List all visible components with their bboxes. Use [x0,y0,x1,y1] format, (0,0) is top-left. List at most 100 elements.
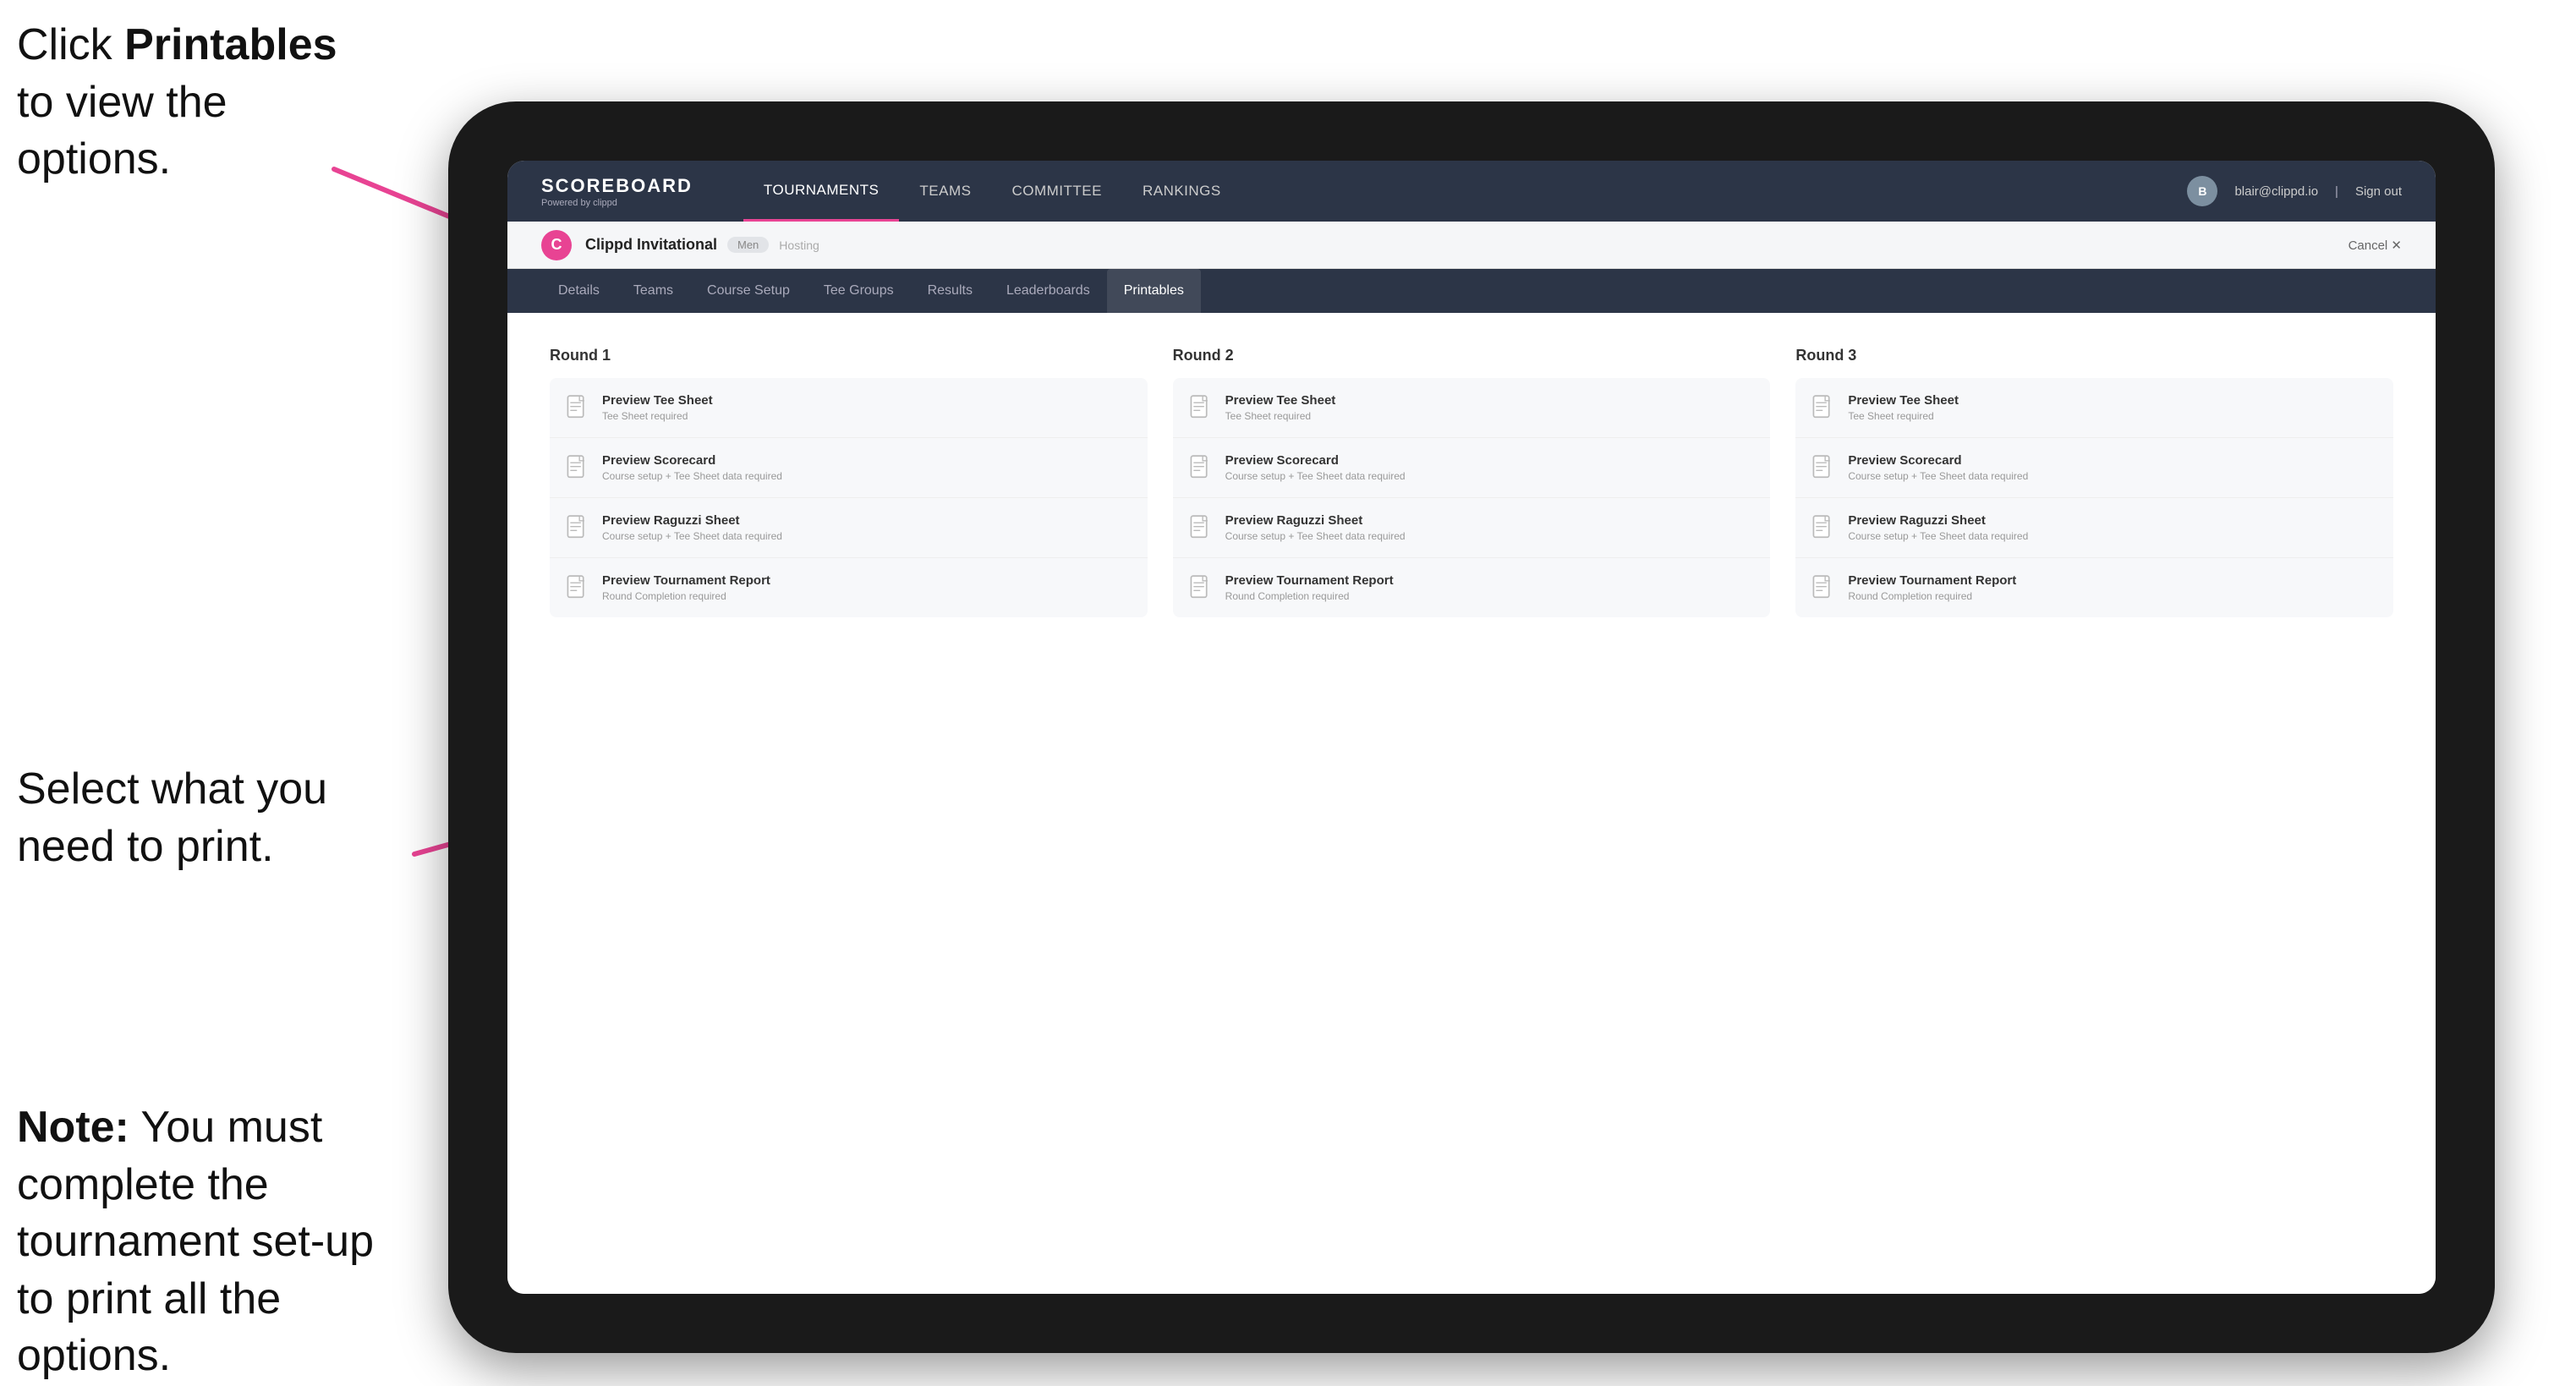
main-content: Round 1 Preview Tee Sheet Tee Sheet requ… [507,313,2436,1294]
print-item-text: Preview Scorecard Course setup + Tee She… [1225,453,1754,482]
print-item-title: Preview Raguzzi Sheet [1225,513,1754,528]
round-1-item-4[interactable]: Preview Tournament Report Round Completi… [550,558,1148,617]
doc-icon [1812,515,1836,542]
round-1-section: Round 1 Preview Tee Sheet Tee Sheet requ… [550,347,1148,617]
doc-icon [1190,455,1214,482]
print-item-title: Preview Tee Sheet [602,393,1131,408]
print-item-title: Preview Tournament Report [1848,573,2376,588]
round-1-label: Round 1 [550,347,1148,364]
nav-tournaments[interactable]: TOURNAMENTS [743,161,899,222]
print-item-text: Preview Tee Sheet Tee Sheet required [1848,393,2376,422]
doc-icon [1812,575,1836,602]
nav-teams[interactable]: TEAMS [899,161,991,222]
tab-details[interactable]: Details [541,269,617,313]
user-email: blair@clippd.io [2234,184,2318,199]
tournament-logo: C [541,230,572,260]
print-item-sub: Tee Sheet required [1225,410,1754,422]
print-item-title: Preview Tee Sheet [1225,393,1754,408]
print-item-sub: Course setup + Tee Sheet data required [602,470,1131,482]
doc-icon [1812,395,1836,422]
doc-icon [1190,395,1214,422]
tab-printables[interactable]: Printables [1107,269,1201,313]
tab-tee-groups[interactable]: Tee Groups [807,269,911,313]
round-3-item-2[interactable]: Preview Scorecard Course setup + Tee She… [1795,438,2393,498]
user-avatar: B [2187,176,2217,206]
print-item-text: Preview Scorecard Course setup + Tee She… [1848,453,2376,482]
round-1-item-3[interactable]: Preview Raguzzi Sheet Course setup + Tee… [550,498,1148,558]
annotation-top: Click Printables to view the options. [17,17,338,189]
brand-title: SCOREBOARD [541,175,693,197]
round-2-card: Preview Tee Sheet Tee Sheet required Pre… [1173,378,1771,617]
print-item-title: Preview Tournament Report [602,573,1131,588]
tab-teams[interactable]: Teams [617,269,690,313]
print-item-title: Preview Scorecard [1848,453,2376,468]
print-item-text: Preview Raguzzi Sheet Course setup + Tee… [602,513,1131,542]
print-item-title: Preview Raguzzi Sheet [602,513,1131,528]
print-item-sub: Round Completion required [1848,590,2376,602]
doc-icon [567,515,590,542]
print-item-sub: Course setup + Tee Sheet data required [1848,470,2376,482]
round-3-card: Preview Tee Sheet Tee Sheet required Pre… [1795,378,2393,617]
round-2-section: Round 2 Preview Tee Sheet Tee Sheet requ… [1173,347,1771,617]
round-1-item-1[interactable]: Preview Tee Sheet Tee Sheet required [550,378,1148,438]
round-3-item-3[interactable]: Preview Raguzzi Sheet Course setup + Tee… [1795,498,2393,558]
nav-rankings[interactable]: RANKINGS [1122,161,1241,222]
tournament-hosting: Hosting [779,238,819,252]
print-item-text: Preview Raguzzi Sheet Course setup + Tee… [1225,513,1754,542]
doc-icon [567,455,590,482]
round-2-item-3[interactable]: Preview Raguzzi Sheet Course setup + Tee… [1173,498,1771,558]
print-item-sub: Round Completion required [602,590,1131,602]
round-2-item-4[interactable]: Preview Tournament Report Round Completi… [1173,558,1771,617]
print-item-text: Preview Raguzzi Sheet Course setup + Tee… [1848,513,2376,542]
nav-committee[interactable]: COMMITTEE [991,161,1122,222]
doc-icon [1190,575,1214,602]
round-3-label: Round 3 [1795,347,2393,364]
print-item-text: Preview Scorecard Course setup + Tee She… [602,453,1131,482]
tablet-screen: SCOREBOARD Powered by clippd TOURNAMENTS… [507,161,2436,1294]
cancel-button[interactable]: Cancel ✕ [2349,238,2402,253]
tournament-bar: C Clippd Invitational Men Hosting Cancel… [507,222,2436,269]
doc-icon [567,575,590,602]
round-1-item-2[interactable]: Preview Scorecard Course setup + Tee She… [550,438,1148,498]
print-item-text: Preview Tournament Report Round Completi… [1225,573,1754,602]
annotation-mid: Select what you need to print. [17,761,372,875]
nav-right: B blair@clippd.io | Sign out [2187,176,2402,206]
doc-icon [1190,515,1214,542]
print-item-text: Preview Tee Sheet Tee Sheet required [1225,393,1754,422]
round-2-label: Round 2 [1173,347,1771,364]
brand-subtitle: Powered by clippd [541,198,693,208]
sub-navigation: Details Teams Course Setup Tee Groups Re… [507,269,2436,313]
sign-out-link[interactable]: Sign out [2355,184,2402,199]
round-3-item-4[interactable]: Preview Tournament Report Round Completi… [1795,558,2393,617]
round-3-section: Round 3 Preview Tee Sheet Tee Sheet requ… [1795,347,2393,617]
print-item-sub: Tee Sheet required [602,410,1131,422]
tab-leaderboards[interactable]: Leaderboards [989,269,1107,313]
nav-links: TOURNAMENTS TEAMS COMMITTEE RANKINGS [743,161,2188,222]
tournament-badge: Men [727,237,769,253]
round-2-item-1[interactable]: Preview Tee Sheet Tee Sheet required [1173,378,1771,438]
doc-icon [1812,455,1836,482]
print-item-text: Preview Tournament Report Round Completi… [1848,573,2376,602]
round-3-item-1[interactable]: Preview Tee Sheet Tee Sheet required [1795,378,2393,438]
tab-course-setup[interactable]: Course Setup [690,269,807,313]
print-item-title: Preview Scorecard [602,453,1131,468]
print-item-sub: Course setup + Tee Sheet data required [1225,470,1754,482]
round-1-card: Preview Tee Sheet Tee Sheet required Pre… [550,378,1148,617]
round-2-item-2[interactable]: Preview Scorecard Course setup + Tee She… [1173,438,1771,498]
print-item-text: Preview Tee Sheet Tee Sheet required [602,393,1131,422]
print-item-text: Preview Tournament Report Round Completi… [602,573,1131,602]
doc-icon [567,395,590,422]
note-bold: Note: [17,1103,129,1152]
brand-logo: SCOREBOARD Powered by clippd [541,175,693,208]
printables-bold: Printables [124,20,337,69]
print-item-sub: Course setup + Tee Sheet data required [602,530,1131,542]
print-item-sub: Course setup + Tee Sheet data required [1848,530,2376,542]
print-item-title: Preview Raguzzi Sheet [1848,513,2376,528]
tablet-device: SCOREBOARD Powered by clippd TOURNAMENTS… [448,101,2495,1353]
print-item-sub: Tee Sheet required [1848,410,2376,422]
print-item-title: Preview Scorecard [1225,453,1754,468]
print-item-sub: Course setup + Tee Sheet data required [1225,530,1754,542]
tab-results[interactable]: Results [911,269,989,313]
rounds-grid: Round 1 Preview Tee Sheet Tee Sheet requ… [550,347,2393,617]
tournament-name: Clippd Invitational [585,236,717,254]
